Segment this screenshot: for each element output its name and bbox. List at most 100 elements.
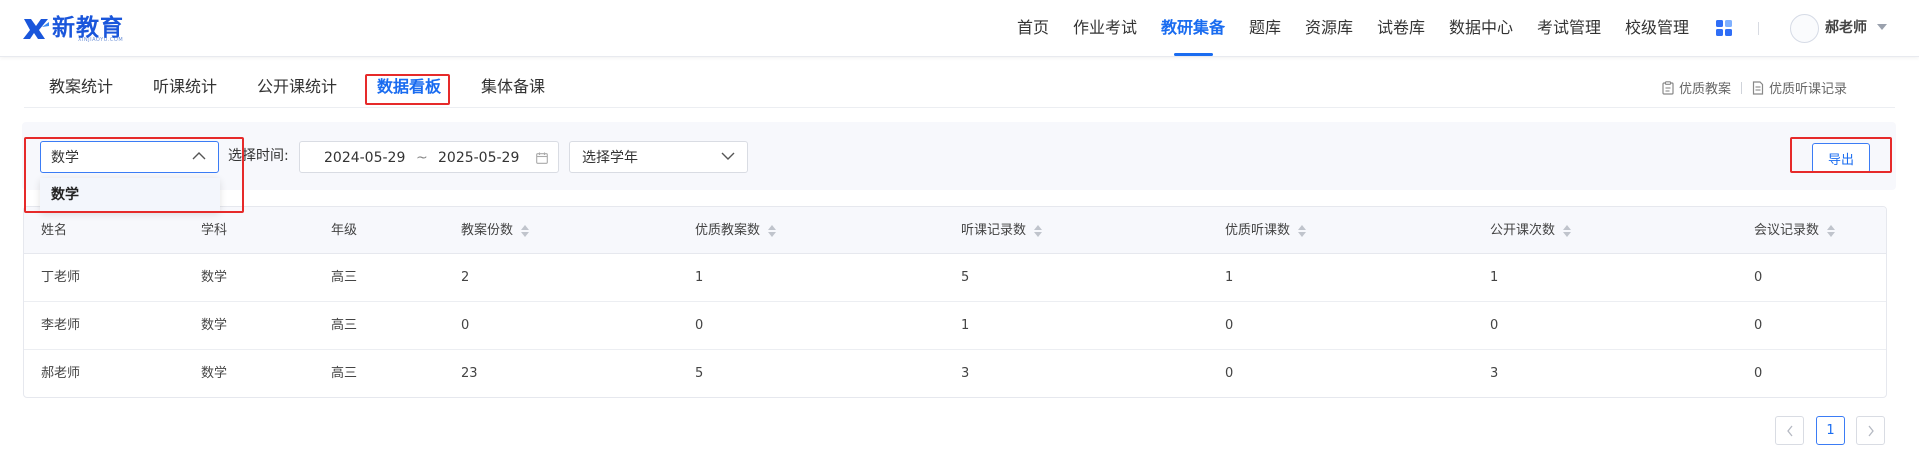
sort-icon[interactable] [1563, 224, 1572, 237]
avatar[interactable] [1790, 14, 1819, 43]
table-header: 姓名 学科 年级 教案份数 优质教案数 听课记录数 优质听课数 公开课次数 会议… [24, 207, 1886, 254]
cell-meeting-records: 0 [1754, 318, 1763, 333]
cell-name: 郝老师 [41, 366, 81, 381]
cell-open-classes: 0 [1490, 318, 1499, 333]
sub-tabs: 教案统计 听课统计 公开课统计 数据看板 集体备课 优质教案 优质听课记录 [24, 58, 1895, 108]
col-name: 姓名 [41, 223, 68, 238]
subject-option[interactable]: 数学 [40, 178, 220, 212]
nav-item-homework-exam[interactable]: 作业考试 [1073, 17, 1137, 39]
clipboard-icon [1662, 80, 1674, 95]
date-start[interactable]: 2024-05-29 [324, 149, 405, 167]
logo[interactable]: 新教育 XINJIAOYU.COM [22, 12, 124, 44]
cell-grade: 高三 [331, 318, 358, 333]
cell-quality-observations: 0 [1225, 318, 1234, 333]
cell-quality-observations: 0 [1225, 366, 1234, 381]
sort-icon[interactable] [521, 224, 530, 237]
nav-item-resources[interactable]: 资源库 [1305, 17, 1353, 39]
cell-observation-records: 5 [961, 270, 970, 285]
col-open-classes[interactable]: 公开课次数 [1490, 222, 1572, 239]
date-end[interactable]: 2025-05-29 [438, 149, 519, 167]
quick-link-separator [1741, 81, 1743, 94]
quality-records-link[interactable]: 优质听课记录 [1752, 78, 1847, 97]
cell-meeting-records: 0 [1754, 366, 1763, 381]
user-name[interactable]: 郝老师 [1825, 19, 1867, 38]
subject-select-value: 数学 [51, 150, 79, 166]
col-quality-plans[interactable]: 优质教案数 [695, 222, 777, 239]
sort-icon[interactable] [768, 224, 777, 237]
cell-name: 丁老师 [41, 270, 81, 285]
next-page-button[interactable] [1856, 416, 1885, 445]
nav-item-exam-management[interactable]: 考试管理 [1537, 17, 1601, 39]
cell-open-classes: 3 [1490, 366, 1499, 381]
cell-quality-plans: 1 [695, 270, 704, 285]
page-number-button[interactable]: 1 [1816, 416, 1845, 445]
stats-table: 姓名 学科 年级 教案份数 优质教案数 听课记录数 优质听课数 公开课次数 会议… [23, 206, 1887, 398]
table-row: 丁老师 数学 高三 2 1 5 1 1 0 [24, 254, 1886, 302]
document-icon [1752, 80, 1764, 95]
col-grade: 年级 [331, 223, 358, 238]
school-year-placeholder: 选择学年 [582, 150, 638, 166]
cell-lesson-plans: 0 [461, 318, 470, 333]
table-row: 郝老师 数学 高三 23 5 3 0 3 0 [24, 350, 1886, 398]
user-menu-caret-icon[interactable] [1877, 24, 1887, 30]
logo-mark-icon [23, 19, 49, 39]
nav-item-paper-bank[interactable]: 试卷库 [1377, 17, 1425, 39]
top-navigation-bar: 新教育 XINJIAOYU.COM 首页 作业考试 教研集备 题库 资源库 试卷… [0, 0, 1919, 57]
quality-plans-link[interactable]: 优质教案 [1662, 78, 1731, 97]
cell-lesson-plans: 2 [461, 270, 470, 285]
subject-select[interactable]: 数学 [40, 141, 219, 173]
cell-quality-observations: 1 [1225, 270, 1234, 285]
cell-quality-plans: 5 [695, 366, 704, 381]
chevron-left-icon [1786, 425, 1793, 436]
sort-icon[interactable] [1298, 224, 1307, 237]
sort-icon[interactable] [1827, 224, 1836, 237]
date-range-picker[interactable]: 2024-05-29 ~ 2025-05-29 [299, 141, 559, 173]
col-quality-observations[interactable]: 优质听课数 [1225, 222, 1307, 239]
nav-item-home[interactable]: 首页 [1017, 17, 1049, 39]
cell-meeting-records: 0 [1754, 270, 1763, 285]
tab-collective-prep[interactable]: 集体备课 [481, 76, 545, 98]
cell-quality-plans: 0 [695, 318, 704, 333]
tab-open-class-stats[interactable]: 公开课统计 [257, 76, 337, 98]
nav-item-teaching-research[interactable]: 教研集备 [1161, 17, 1225, 39]
chevron-down-icon [721, 152, 735, 160]
chevron-up-icon [192, 152, 206, 160]
tab-data-dashboard[interactable]: 数据看板 [377, 76, 441, 98]
quick-links: 优质教案 优质听课记录 [1662, 78, 1847, 97]
sort-icon[interactable] [1034, 224, 1043, 237]
chevron-right-icon [1867, 425, 1874, 436]
cell-subject: 数学 [201, 270, 228, 285]
col-observation-records[interactable]: 听课记录数 [961, 222, 1043, 239]
subject-dropdown: 数学 [40, 178, 220, 212]
subject-option-label: 数学 [51, 187, 79, 203]
cell-subject: 数学 [201, 366, 228, 381]
quality-records-label: 优质听课记录 [1769, 82, 1848, 97]
time-label: 选择时间: [228, 148, 289, 164]
export-button[interactable]: 导出 [1812, 143, 1870, 173]
nav-item-data-center[interactable]: 数据中心 [1449, 17, 1513, 39]
nav-item-school-management[interactable]: 校级管理 [1625, 17, 1689, 39]
prev-page-button[interactable] [1775, 416, 1804, 445]
active-nav-underline [1174, 53, 1213, 56]
col-subject: 学科 [201, 223, 228, 238]
col-lesson-plans[interactable]: 教案份数 [461, 222, 530, 239]
nav-item-question-bank[interactable]: 题库 [1249, 17, 1281, 39]
cell-grade: 高三 [331, 270, 358, 285]
date-separator: ~ [416, 150, 428, 166]
cell-subject: 数学 [201, 318, 228, 333]
cell-open-classes: 1 [1490, 270, 1499, 285]
col-meeting-records[interactable]: 会议记录数 [1754, 222, 1836, 239]
cell-lesson-plans: 23 [461, 366, 478, 381]
calendar-icon [536, 152, 548, 164]
cell-observation-records: 1 [961, 318, 970, 333]
school-year-select[interactable]: 选择学年 [569, 141, 748, 173]
nav-separator [1758, 22, 1759, 35]
tab-observation-stats[interactable]: 听课统计 [153, 76, 217, 98]
quality-plans-label: 优质教案 [1679, 82, 1732, 97]
cell-grade: 高三 [331, 366, 358, 381]
tab-lesson-plan-stats[interactable]: 教案统计 [49, 76, 113, 98]
logo-subtext: XINJIAOYU.COM [78, 37, 124, 43]
cell-name: 李老师 [41, 318, 81, 333]
cell-observation-records: 3 [961, 366, 970, 381]
apps-grid-icon[interactable] [1716, 20, 1732, 36]
